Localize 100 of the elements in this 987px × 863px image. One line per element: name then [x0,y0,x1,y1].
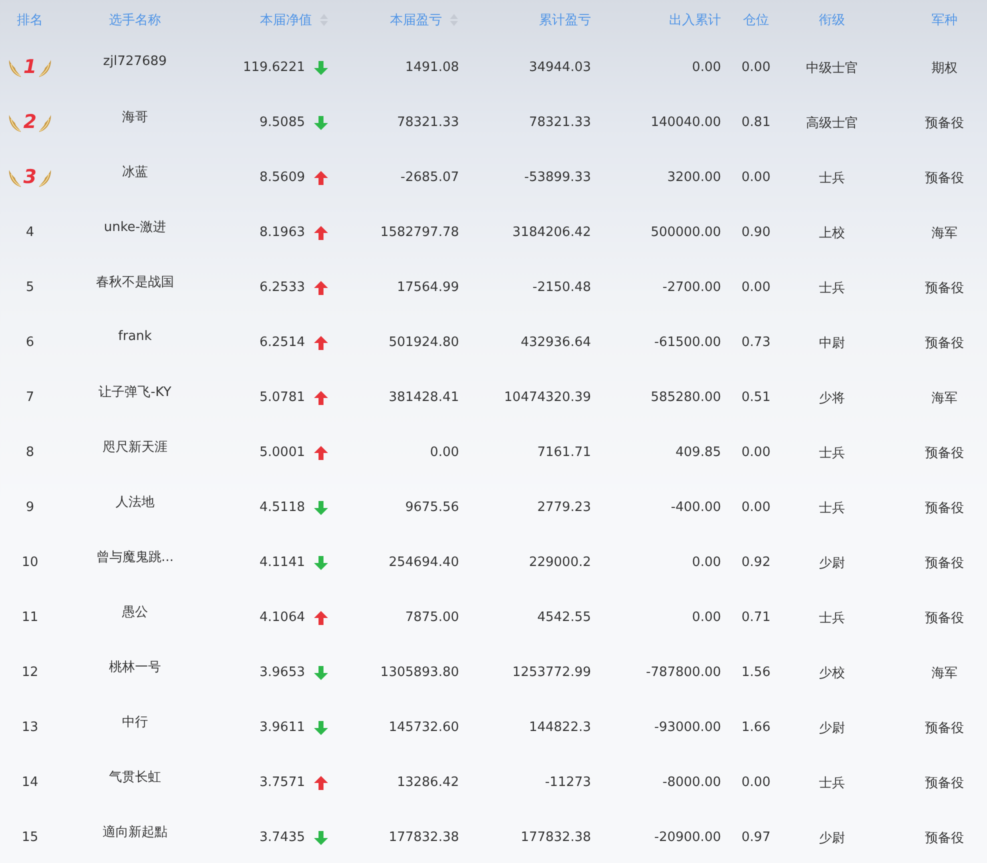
net-value: 3.7435 [260,830,305,845]
player-name: 愚公 [122,604,148,620]
rank-title: 士兵 [819,610,845,626]
service-branch: 海军 [932,390,958,406]
rank-title: 少尉 [819,720,845,736]
wing-icon [8,168,22,188]
rank-number: 9 [26,500,34,515]
position-ratio: 0.00 [742,280,770,295]
rank-title: 士兵 [819,444,845,462]
position-ratio: 0.81 [742,115,770,130]
column-header[interactable]: 本届净值 [260,11,312,29]
rank-title: 高级士官 [806,114,858,132]
total-profit: -2150.48 [532,280,591,295]
position-ratio: 0.90 [742,225,770,240]
wing-icon [38,58,52,78]
total-profit: 177832.38 [520,830,591,845]
player-name: frank [118,329,152,344]
position-ratio: 1.56 [742,665,770,680]
net-value: 3.7571 [260,775,305,790]
service-branch: 预备役 [925,280,964,296]
total-profit: 432936.64 [520,335,591,350]
rank-title: 少将 [819,390,845,406]
player-name: 冰蓝 [122,164,148,180]
player-name: unke-激进 [104,218,166,236]
rank-number: 14 [22,775,38,790]
service-branch: 预备役 [925,170,964,186]
period-profit: 78321.33 [396,115,459,130]
cash-flow: 500000.00 [650,225,721,240]
total-profit: 7161.71 [537,445,591,460]
net-value: 8.5609 [260,170,305,185]
position-ratio: 0.97 [742,830,770,845]
period-profit: 1305893.80 [380,665,459,680]
player-name: 咫尺新天涯 [102,438,168,456]
net-value: 6.2533 [260,280,305,295]
player-name: 曾与魔鬼跳... [96,548,174,566]
net-value: 4.5118 [260,500,305,515]
rank-title: 士兵 [819,500,845,516]
service-branch: 预备役 [925,554,964,572]
net-value: 4.1064 [260,610,305,625]
rank-title: 少校 [819,664,845,682]
period-profit: -2685.07 [400,170,459,185]
service-branch: 海军 [932,224,958,242]
player-name: 適向新起點 [102,824,168,840]
service-branch: 预备役 [925,334,964,352]
cash-flow: -8000.00 [662,775,721,790]
net-value: 119.6221 [242,60,305,75]
period-profit: 7875.00 [405,610,459,625]
cash-flow: 0.00 [692,60,721,75]
period-profit: 381428.41 [388,390,459,405]
column-header[interactable]: 本届盈亏 [390,11,442,29]
player-name: 气贯长虹 [109,768,161,786]
total-profit: -53899.33 [524,170,591,185]
service-branch: 海军 [932,664,958,682]
cash-flow: -20900.00 [654,830,721,845]
cash-flow: 409.85 [676,445,721,460]
rank-number: 13 [22,720,38,735]
period-profit: 9675.56 [405,500,459,515]
service-branch: 预备役 [925,114,964,132]
position-ratio: 0.00 [742,60,770,75]
cash-flow: -93000.00 [654,720,721,735]
player-name: 春秋不是战国 [96,274,174,290]
service-branch: 预备役 [925,774,964,792]
service-branch: 预备役 [925,500,964,516]
player-name: 人法地 [116,494,154,510]
service-branch: 预备役 [925,720,964,736]
cash-flow: 585280.00 [650,390,721,405]
player-name: 桃林一号 [109,658,161,676]
total-profit: 1253772.99 [512,665,591,680]
total-profit: 229000.2 [528,555,591,570]
net-value: 5.0001 [260,445,305,460]
service-branch: 预备役 [925,830,964,846]
total-profit: 4542.55 [537,610,591,625]
cash-flow: 0.00 [692,610,721,625]
service-branch: 期权 [932,60,958,76]
rank-title: 士兵 [819,280,845,296]
rank-title: 士兵 [819,774,845,792]
rank-number: 11 [22,610,38,625]
position-ratio: 0.73 [742,335,770,350]
period-profit: 145732.60 [388,720,459,735]
rank-medal: 3 [8,168,52,188]
rank-number: 5 [26,280,34,295]
player-name: 让子弹飞-KY [98,384,172,400]
rank-title: 上校 [819,224,845,242]
period-profit: 1491.08 [405,60,459,75]
total-profit: 10474320.39 [504,390,591,405]
column-header: 排名 [17,12,43,29]
cash-flow: -787800.00 [646,665,721,680]
period-profit: 254694.40 [388,555,459,570]
rank-number: 10 [22,555,38,570]
position-ratio: 0.92 [742,555,770,570]
rank-number: 6 [26,335,34,350]
column-header: 出入累计 [669,12,721,29]
net-value: 3.9611 [260,720,305,735]
service-branch: 预备役 [925,610,964,626]
column-header: 仓位 [743,12,769,29]
rank-title: 中尉 [819,334,845,352]
net-value: 3.9653 [260,665,305,680]
position-ratio: 0.71 [742,610,770,625]
wing-icon [38,112,52,132]
cash-flow: 0.00 [692,555,721,570]
